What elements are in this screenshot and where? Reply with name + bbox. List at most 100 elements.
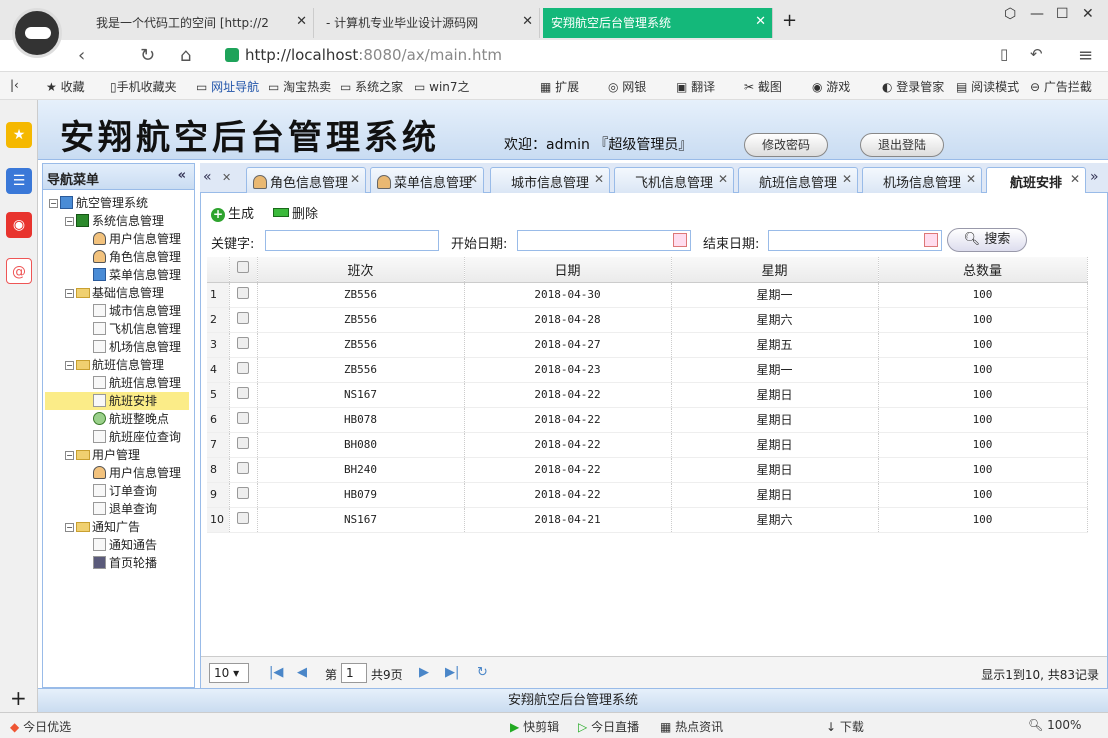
row-checkbox[interactable] <box>229 407 258 433</box>
tab-4[interactable]: 航班信息管理 ✕ <box>738 167 858 193</box>
status-news[interactable]: ▦ 热点资讯 <box>660 718 723 735</box>
calendar-icon[interactable] <box>673 233 687 247</box>
status-today-picks[interactable]: ◆ 今日优选 <box>10 718 71 735</box>
search-button[interactable]: 🔍︎ 搜索 <box>947 228 1027 252</box>
nav-item[interactable]: 首页轮播 <box>93 554 157 572</box>
calendar-icon[interactable] <box>924 233 938 247</box>
nav-item[interactable]: − 系统信息管理 <box>65 212 164 230</box>
close-icon[interactable]: ✕ <box>594 172 604 186</box>
collapse-toggle-icon[interactable]: − <box>65 523 74 532</box>
close-window-icon[interactable]: ✕ <box>1082 6 1094 22</box>
collapse-toggle-icon[interactable]: − <box>65 451 74 460</box>
collapse-toggle-icon[interactable]: − <box>65 361 74 370</box>
first-page-icon[interactable]: |◀ <box>269 665 283 680</box>
nav-item[interactable]: 航班安排 <box>45 392 189 410</box>
close-icon[interactable]: ✕ <box>522 14 533 29</box>
browser-tab-2[interactable]: - 计算机专业毕业设计源码网 ✕ <box>318 8 540 38</box>
menu-icon[interactable]: ≡ <box>1078 45 1093 66</box>
nav-item[interactable]: 航班座位查询 <box>93 428 181 446</box>
skin-icon[interactable]: ⬡ <box>1004 6 1016 22</box>
bookmark-system[interactable]: ▭ 系统之家 <box>340 78 403 95</box>
nav-item[interactable]: 菜单信息管理 <box>93 266 181 284</box>
home-icon[interactable]: ⌂ <box>180 45 191 66</box>
nav-item[interactable]: 用户信息管理 <box>93 464 181 482</box>
close-icon[interactable]: ✕ <box>468 172 478 186</box>
browser-tab-1[interactable]: 我是一个代码工的空间 [http://2 ✕ <box>88 8 314 38</box>
change-password-button[interactable]: 修改密码 <box>744 133 828 157</box>
new-tab-button[interactable]: + <box>782 10 797 31</box>
column-header-weekday[interactable]: 星期 <box>671 257 879 283</box>
tab-2[interactable]: 城市信息管理 ✕ <box>490 167 610 193</box>
toolbar-translate[interactable]: ▣ 翻译 <box>676 78 715 95</box>
next-page-icon[interactable]: ▶ <box>419 665 429 680</box>
nav-item[interactable]: 机场信息管理 <box>93 338 181 356</box>
close-icon[interactable]: ✕ <box>718 172 728 186</box>
nav-item[interactable]: 通知通告 <box>93 536 157 554</box>
start-date-input[interactable] <box>517 230 691 251</box>
close-icon[interactable]: ✕ <box>966 172 976 186</box>
table-row[interactable]: 8 BH240 2018-04-22 星期日 100 <box>207 457 1088 483</box>
minimize-icon[interactable]: — <box>1030 6 1044 22</box>
tab-scroll-right-icon[interactable]: » <box>1090 169 1099 185</box>
collapse-icon[interactable]: « <box>178 168 186 183</box>
nav-item[interactable]: 城市信息管理 <box>93 302 181 320</box>
nav-item[interactable]: 订单查询 <box>93 482 157 500</box>
tab-3[interactable]: 飞机信息管理 ✕ <box>614 167 734 193</box>
tab-5[interactable]: 机场信息管理 ✕ <box>862 167 982 193</box>
page-number-input[interactable]: 1 <box>341 663 367 683</box>
collapse-toggle-icon[interactable]: − <box>49 199 58 208</box>
mail-icon[interactable]: @ <box>6 258 32 284</box>
keyword-input[interactable] <box>265 230 439 251</box>
close-icon[interactable]: ✕ <box>755 14 766 29</box>
prev-page-icon[interactable]: ◀ <box>297 665 307 680</box>
undo-icon[interactable]: ↶ <box>1030 45 1043 63</box>
bookmark-taobao[interactable]: ▭ 淘宝热卖 <box>268 78 331 95</box>
column-header-flight[interactable]: 班次 <box>257 257 465 283</box>
row-checkbox[interactable] <box>229 482 258 508</box>
toolbar-games[interactable]: ◉ 游戏 <box>812 78 850 95</box>
bookmark-icon[interactable]: ▯ <box>1000 45 1008 63</box>
url-field[interactable]: http://localhost:8080/ax/main.htm <box>215 44 990 68</box>
table-row[interactable]: 6 HB078 2018-04-22 星期日 100 <box>207 407 1088 433</box>
nav-item[interactable]: − 基础信息管理 <box>65 284 164 302</box>
status-live[interactable]: ▷ 今日直播 <box>578 718 639 735</box>
logout-button[interactable]: 退出登陆 <box>860 133 944 157</box>
column-header-total[interactable]: 总数量 <box>878 257 1088 283</box>
select-all-checkbox[interactable] <box>229 257 258 283</box>
maximize-icon[interactable]: ☐ <box>1056 6 1069 22</box>
refresh-icon[interactable]: ↻ <box>140 45 155 66</box>
tab-0[interactable]: 角色信息管理 ✕ <box>246 167 366 193</box>
nav-item[interactable]: − 航班信息管理 <box>65 356 164 374</box>
close-icon[interactable]: ✕ <box>1070 172 1080 186</box>
nav-item[interactable]: 角色信息管理 <box>93 248 181 266</box>
tab-scroll-left-icon[interactable]: « <box>203 169 212 185</box>
star-icon[interactable]: ★ <box>6 122 32 148</box>
close-icon[interactable]: ✕ <box>350 172 360 186</box>
end-date-input[interactable] <box>768 230 942 251</box>
back-icon[interactable]: ‹ <box>78 45 85 66</box>
bookmark-mobile[interactable]: ▯手机收藏夹 <box>110 78 177 95</box>
nav-item[interactable]: 用户信息管理 <box>93 230 181 248</box>
nav-item[interactable]: 航班信息管理 <box>93 374 181 392</box>
row-checkbox[interactable] <box>229 507 258 533</box>
toolbar-login[interactable]: ◐ 登录管家 <box>882 78 944 95</box>
toolbar-extensions[interactable]: ▦ 扩展 <box>540 78 579 95</box>
toolbar-reader[interactable]: ▤ 阅读模式 <box>956 78 1019 95</box>
nav-item[interactable]: − 通知广告 <box>65 518 140 536</box>
row-checkbox[interactable] <box>229 307 258 333</box>
sidebar-toggle-icon[interactable]: |‹ <box>10 78 19 92</box>
nav-item[interactable]: 航班整晚点 <box>93 410 169 428</box>
table-row[interactable]: 2 ZB556 2018-04-28 星期六 100 <box>207 307 1088 333</box>
row-checkbox[interactable] <box>229 432 258 458</box>
table-row[interactable]: 3 ZB556 2018-04-27 星期五 100 <box>207 332 1088 358</box>
column-header-date[interactable]: 日期 <box>464 257 672 283</box>
table-row[interactable]: 7 BH080 2018-04-22 星期日 100 <box>207 432 1088 458</box>
table-row[interactable]: 10 NS167 2018-04-21 星期六 100 <box>207 507 1088 533</box>
collapse-toggle-icon[interactable]: − <box>65 289 74 298</box>
table-row[interactable]: 1 ZB556 2018-04-30 星期一 100 <box>207 282 1088 308</box>
table-row[interactable]: 4 ZB556 2018-04-23 星期一 100 <box>207 357 1088 383</box>
nav-item[interactable]: 退单查询 <box>93 500 157 518</box>
delete-button[interactable]: 删除 <box>273 203 318 222</box>
status-download[interactable]: ↓ 下载 <box>826 718 864 735</box>
row-checkbox[interactable] <box>229 282 258 308</box>
